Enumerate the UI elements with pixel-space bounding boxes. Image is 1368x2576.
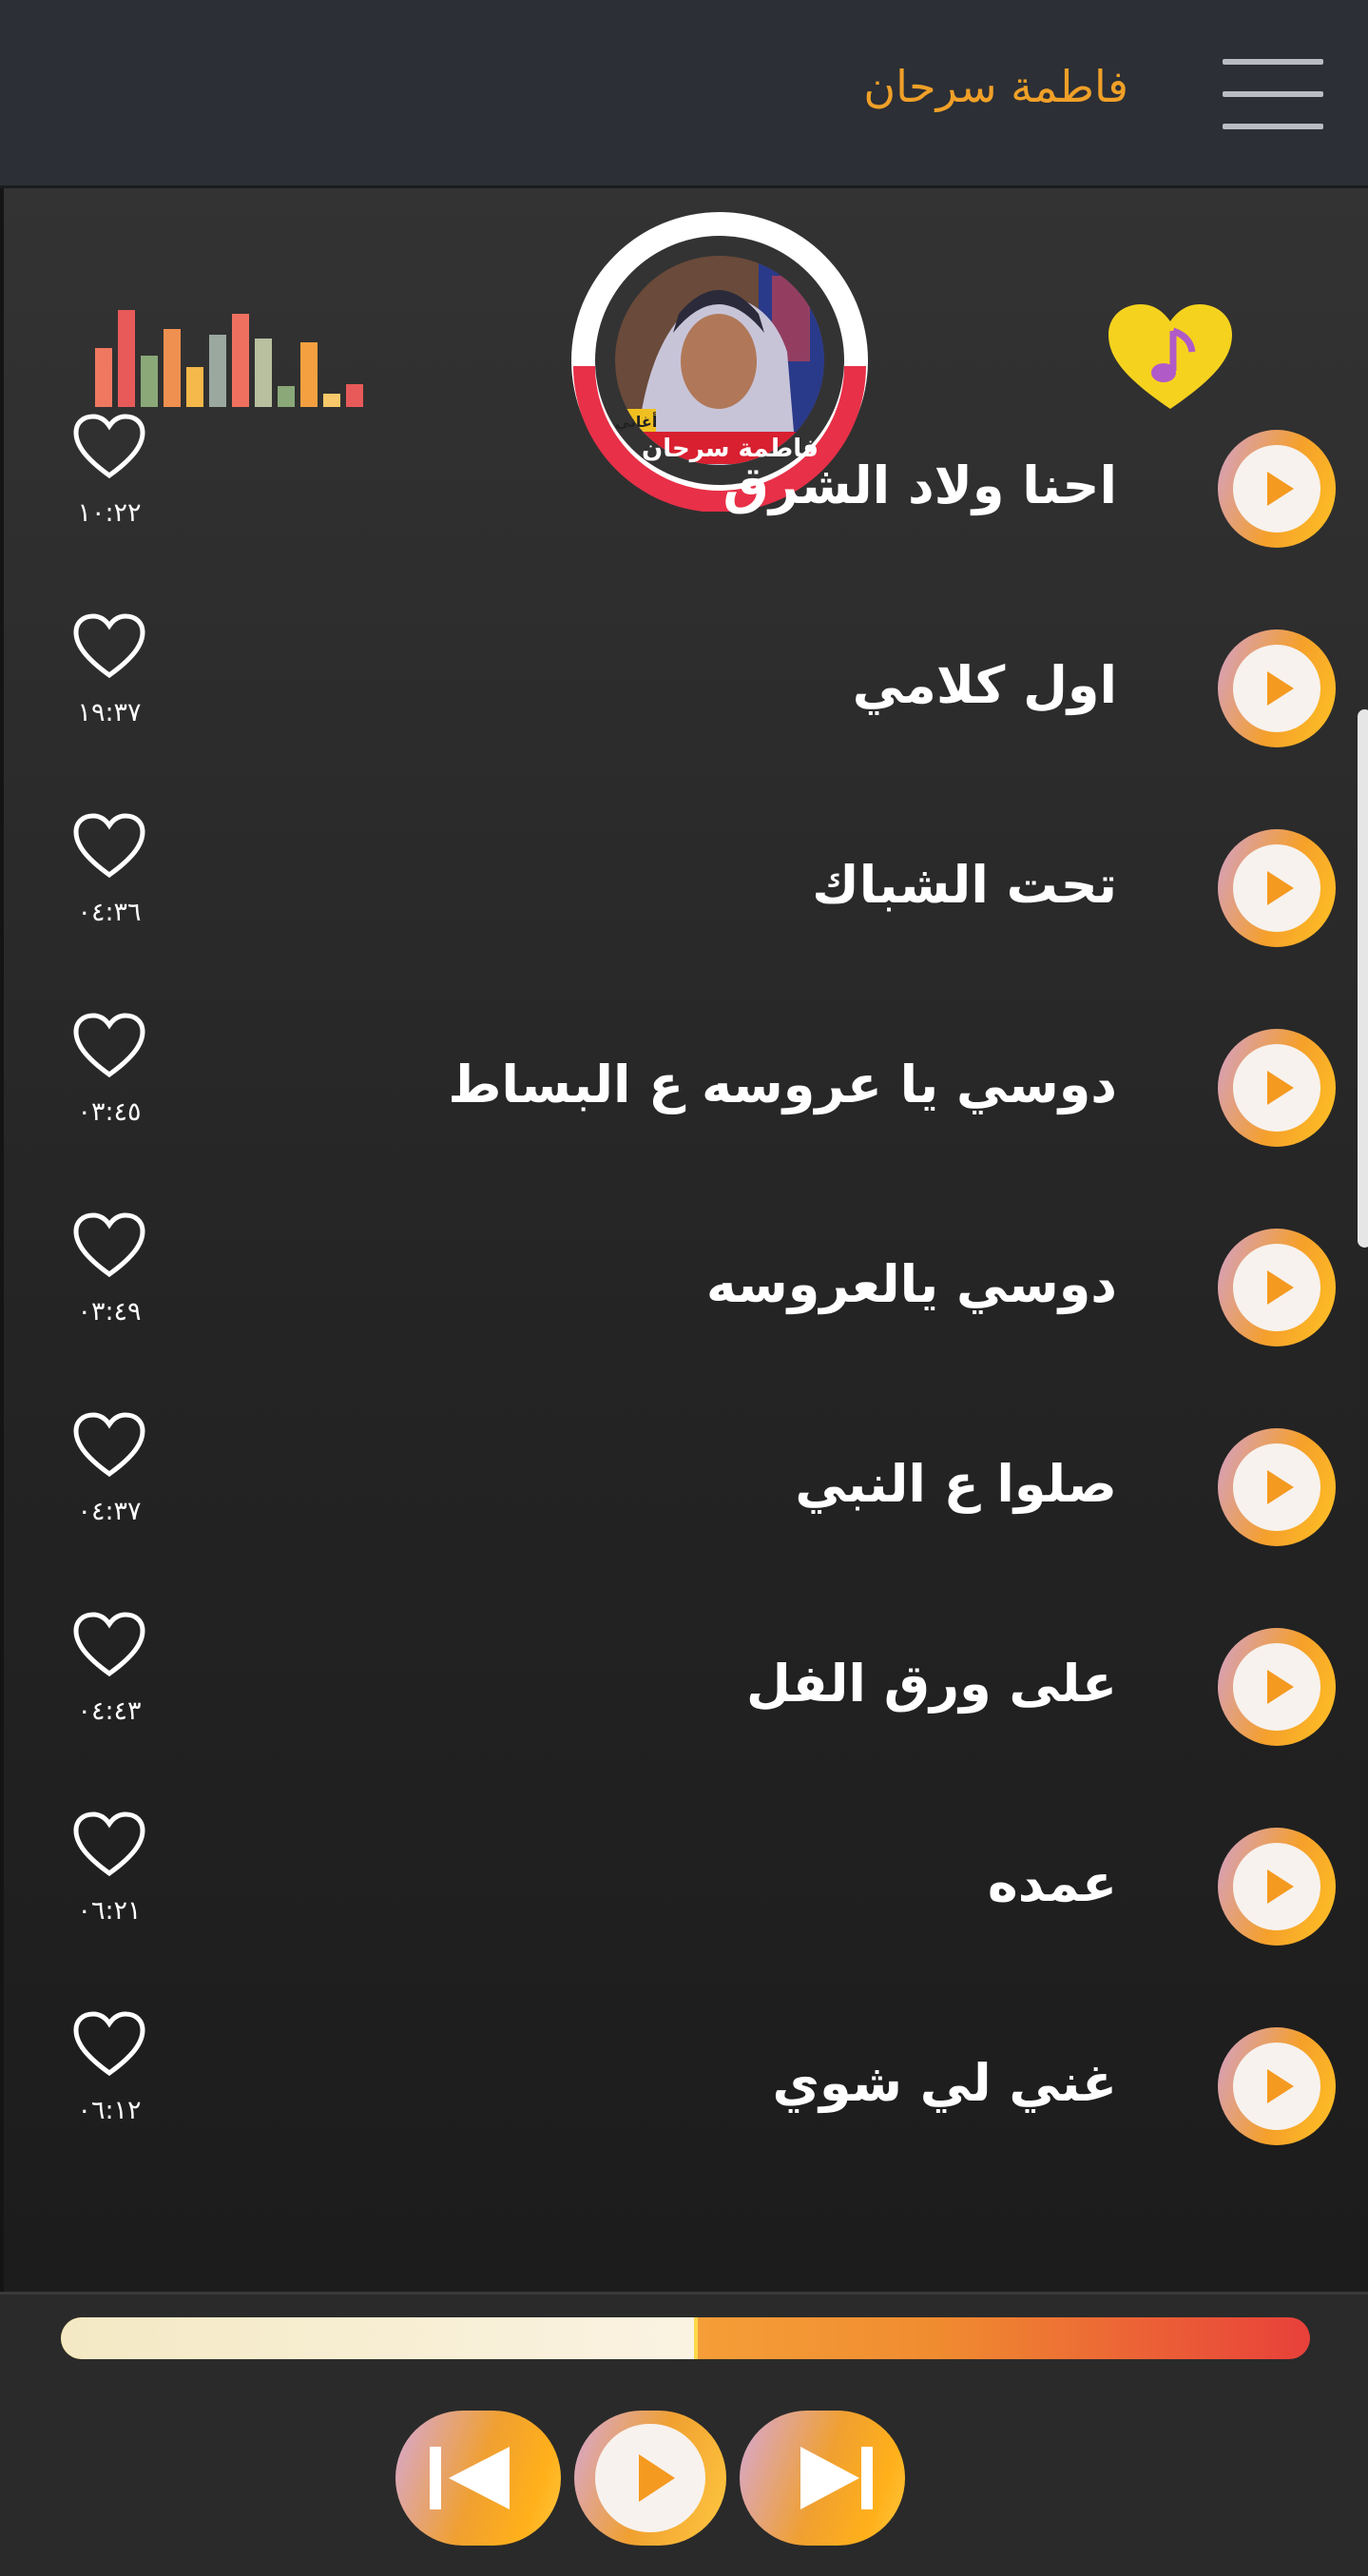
track-duration: ٠٤:٣٦: [77, 898, 142, 927]
heart-outline-icon[interactable]: [72, 612, 146, 681]
track-row[interactable]: ٠٤:٣٦ تحت الشباك: [4, 799, 1368, 998]
heart-outline-icon[interactable]: [72, 1411, 146, 1480]
track-play-button[interactable]: [1218, 1828, 1336, 1946]
skip-next-icon: [800, 2447, 873, 2509]
track-play-button[interactable]: [1218, 430, 1336, 548]
play-icon: [1267, 1071, 1294, 1105]
track-row[interactable]: ١٩:٣٧ اول كلامي: [4, 599, 1368, 799]
track-play-button[interactable]: [1218, 1229, 1336, 1346]
track-play-button[interactable]: [1218, 1628, 1336, 1746]
track-title: غني لي شوي: [772, 2053, 1117, 2113]
track-row[interactable]: ٠٣:٤٩ دوسي يالعروسه: [4, 1198, 1368, 1398]
track-title: اول كلامي: [852, 655, 1117, 715]
play-icon: [1267, 871, 1294, 905]
heart-outline-icon[interactable]: [72, 2010, 146, 2079]
track-row[interactable]: ٠٤:٤٣ على ورق الفل: [4, 1598, 1368, 1797]
skip-previous-icon: [430, 2447, 510, 2509]
track-row[interactable]: ٠٤:٣٧ صلوا ع النبي: [4, 1398, 1368, 1598]
play-icon: [1267, 1270, 1294, 1305]
track-duration: ١٠:٢٢: [77, 498, 142, 528]
track-title: تحت الشباك: [812, 855, 1117, 915]
heart-outline-icon[interactable]: [72, 1012, 146, 1080]
hamburger-menu-icon[interactable]: [1223, 59, 1327, 131]
skip-next-button[interactable]: [740, 2411, 905, 2546]
track-list-panel: فاطمة سرحان أغاني ١٠:٢٢ احنا ولاد الشرق ١٩…: [0, 188, 1368, 2292]
play-icon: [1267, 671, 1294, 706]
equalizer-icon[interactable]: [95, 310, 380, 407]
track-play-button[interactable]: [1218, 1428, 1336, 1546]
progress-bar[interactable]: [61, 2317, 1310, 2359]
play-icon: [1267, 1670, 1294, 1704]
play-icon: [1267, 1470, 1294, 1504]
play-icon: [1267, 472, 1294, 506]
track-play-button[interactable]: [1218, 2027, 1336, 2145]
heart-music-note-icon[interactable]: [1107, 302, 1234, 415]
track-title: عمده: [987, 1853, 1117, 1913]
track-title: صلوا ع النبي: [795, 1454, 1117, 1514]
track-play-button[interactable]: [1218, 1029, 1336, 1147]
track-play-button[interactable]: [1218, 629, 1336, 747]
track-row[interactable]: ٠٦:٢١ عمده: [4, 1797, 1368, 1997]
track-title: احنا ولاد الشرق: [723, 455, 1117, 515]
heart-outline-icon[interactable]: [72, 1211, 146, 1280]
track-duration: ٠٦:٢١: [77, 1896, 142, 1926]
heart-outline-icon[interactable]: [72, 812, 146, 881]
progress-played: [61, 2317, 699, 2359]
track-play-button[interactable]: [1218, 829, 1336, 947]
heart-outline-icon[interactable]: [72, 413, 146, 481]
track-duration: ٠٣:٤٥: [77, 1097, 142, 1127]
track-duration: ١٩:٣٧: [77, 698, 142, 727]
heart-outline-icon[interactable]: [72, 1811, 146, 1879]
player-controls: [0, 2292, 1368, 2576]
app-header: فاطمة سرحان: [0, 0, 1368, 188]
track-duration: ٠٤:٤٣: [77, 1696, 142, 1726]
track-title: دوسي يا عروسه ع البساط: [448, 1055, 1117, 1114]
track-row[interactable]: ٠٦:١٢ غني لي شوي: [4, 1997, 1368, 2197]
heart-outline-icon[interactable]: [72, 1611, 146, 1679]
page-title: فاطمة سرحان: [863, 61, 1128, 112]
play-icon: [1267, 1869, 1294, 1904]
track-title: على ورق الفل: [746, 1654, 1117, 1714]
play-button[interactable]: [574, 2411, 726, 2546]
play-icon: [639, 2454, 675, 2502]
track-duration: ٠٦:١٢: [77, 2096, 142, 2125]
track-row[interactable]: ٠٣:٤٥ دوسي يا عروسه ع البساط: [4, 998, 1368, 1198]
track-duration: ٠٤:٣٧: [77, 1497, 142, 1526]
music-player-screen: فاطمة سرحان فاطمة سرحان أغاني ١٠:٢٢ احنا…: [0, 0, 1368, 2576]
skip-previous-button[interactable]: [395, 2411, 561, 2546]
track-row[interactable]: ١٠:٢٢ احنا ولاد الشرق: [4, 399, 1368, 599]
track-duration: ٠٣:٤٩: [77, 1297, 142, 1327]
track-title: دوسي يالعروسه: [705, 1254, 1117, 1314]
play-icon: [1267, 2069, 1294, 2103]
